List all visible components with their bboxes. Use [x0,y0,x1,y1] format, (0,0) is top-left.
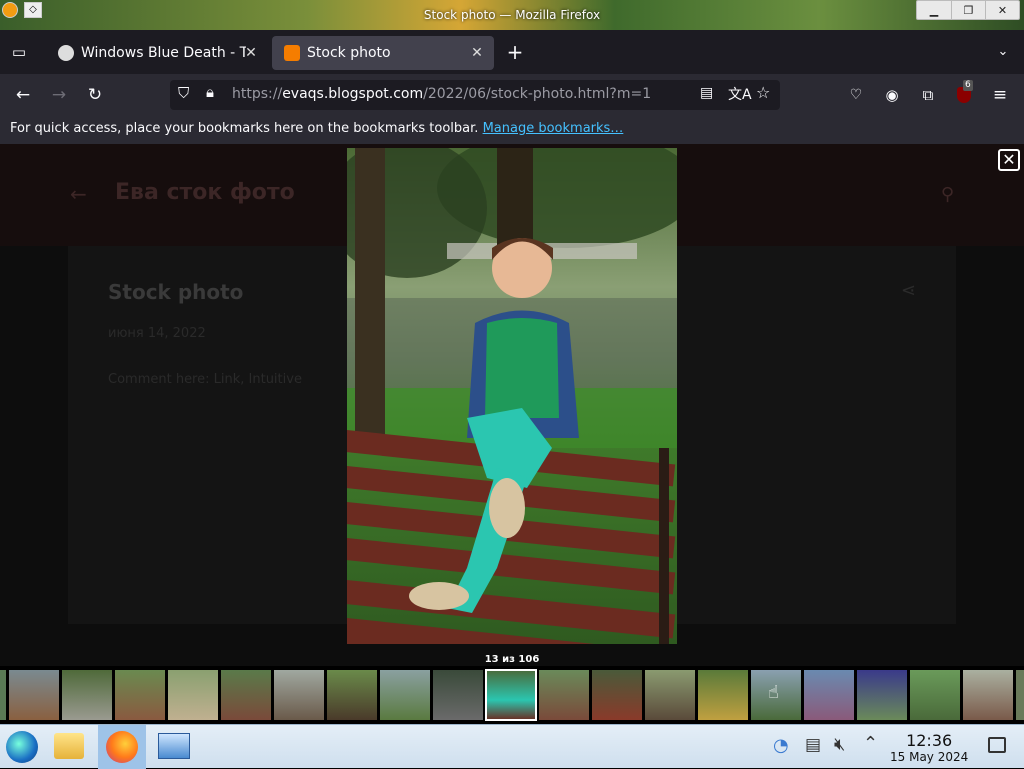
list-all-tabs-chevron-icon[interactable]: ⌄ [990,39,1016,65]
thumbnail[interactable] [380,670,430,720]
account-icon[interactable]: ◉ [879,82,905,108]
firefox-taskbar-button[interactable] [98,725,146,769]
back-button[interactable]: ← [10,82,36,108]
reload-button[interactable]: ↻ [82,82,108,108]
reader-view-icon[interactable]: ▤ [700,85,713,101]
clock-time: 12:36 [906,731,953,750]
thumbnail[interactable] [910,670,960,720]
url-text[interactable]: https://evaqs.blogspot.com/2022/06/stock… [232,86,651,102]
thumbnail[interactable] [0,670,6,720]
extensions-icon[interactable]: ⧉ [915,82,941,108]
lightbox-filmstrip: 13 из 106 ☝ [0,654,1024,724]
window-controls: ▁ ❐ ✕ [916,0,1020,20]
post-body: Comment here: Link, Intuitive [108,372,302,387]
thumbnail[interactable] [645,670,695,720]
ublock-extension-icon[interactable]: 6 [951,80,977,108]
extension-badge: 6 [963,80,973,91]
clipboard-tray-icon[interactable]: ▤ [805,735,821,755]
file-manager-icon[interactable] [54,733,84,759]
clock[interactable]: 12:36 15 May 2024 [890,731,968,764]
website-favicon-icon [58,45,74,61]
window-title: Stock photo — Mozilla Firefox [423,8,601,22]
tray-expand-chevron-icon[interactable]: ⌃ [863,733,878,754]
tab-list-icon[interactable]: ▭ [6,39,32,65]
thumbnail[interactable] [9,670,59,720]
blog-title[interactable]: Ева сток фото [115,180,295,205]
thumbnail[interactable] [963,670,1013,720]
thumbnail[interactable] [592,670,642,720]
taskbar: ◔ ▤ 🔇︎ ⌃ 12:36 15 May 2024 [0,724,1024,769]
thumbnail[interactable] [168,670,218,720]
close-tab-icon[interactable]: ✕ [468,44,486,62]
pocket-icon[interactable]: ♡ [843,82,869,108]
image-counter: 13 из 106 [484,654,540,665]
minimize-button[interactable]: ▁ [917,1,951,20]
close-tab-icon[interactable]: ✕ [242,44,260,62]
maximize-button[interactable]: ❐ [951,1,985,20]
tab-bar: ▭ Windows Blue Death - Te ✕ Stock photo … [0,30,1024,74]
thumbnail[interactable] [221,670,271,720]
boy-on-bench-photo [347,148,677,644]
bookmarks-toolbar: For quick access, place your bookmarks h… [0,116,1024,144]
thumbnail[interactable] [804,670,854,720]
network-tray-icon[interactable]: ◔ [773,735,789,756]
new-tab-button[interactable]: + [502,39,528,65]
volume-muted-icon[interactable]: 🔇︎ [834,734,845,755]
back-arrow-icon[interactable]: ← [70,182,87,206]
firefox-icon [106,731,138,763]
thumbnail[interactable] [115,670,165,720]
thumbnail[interactable] [698,670,748,720]
bookmark-star-icon[interactable]: ☆ [756,83,770,102]
start-button[interactable] [6,731,38,763]
blogger-favicon-icon [284,45,300,61]
navigation-toolbar: ← → ↻ ⛉ 🔒︎ https://evaqs.blogspot.com/20… [0,74,1024,116]
thumbnail[interactable] [327,670,377,720]
show-desktop-icon[interactable] [988,737,1006,753]
thumbnail[interactable] [62,670,112,720]
forward-button[interactable]: → [46,82,72,108]
tab-windows-blue-death[interactable]: Windows Blue Death - Te ✕ [46,36,268,70]
lightbox-photo [347,148,677,644]
close-button[interactable]: ✕ [985,1,1019,20]
post-date: июня 14, 2022 [108,326,206,341]
shield-icon[interactable]: ⛉ [178,84,189,102]
settings-app-icon[interactable] [158,733,190,759]
translate-icon[interactable]: 文A [728,84,752,104]
lock-icon[interactable]: 🔒︎ [206,83,214,101]
thumbnail[interactable] [433,670,483,720]
thumbnail-active[interactable] [485,669,537,721]
bookmarks-hint: For quick access, place your bookmarks h… [10,121,479,136]
thumbnail[interactable] [1016,670,1024,720]
search-icon[interactable]: ⚲ [941,184,954,205]
share-icon[interactable]: ⋖ [901,280,916,301]
lightbox-close-button[interactable]: ✕ [998,149,1020,171]
hamburger-menu-icon[interactable]: ≡ [987,82,1013,108]
thumbnail[interactable] [857,670,907,720]
post-title: Stock photo [108,280,244,304]
hand-cursor-icon: ☝ [768,682,779,703]
tab-stock-photo[interactable]: Stock photo ✕ [272,36,494,70]
clock-date: 15 May 2024 [890,750,969,764]
manage-bookmarks-link[interactable]: Manage bookmarks… [483,121,624,136]
thumbnail[interactable] [539,670,589,720]
window-title-bar: ◇ Stock photo — Mozilla Firefox ▁ ❐ ✕ [0,0,1024,30]
url-bar[interactable]: ⛉ 🔒︎ https://evaqs.blogspot.com/2022/06/… [170,80,780,110]
thumbnail[interactable] [274,670,324,720]
